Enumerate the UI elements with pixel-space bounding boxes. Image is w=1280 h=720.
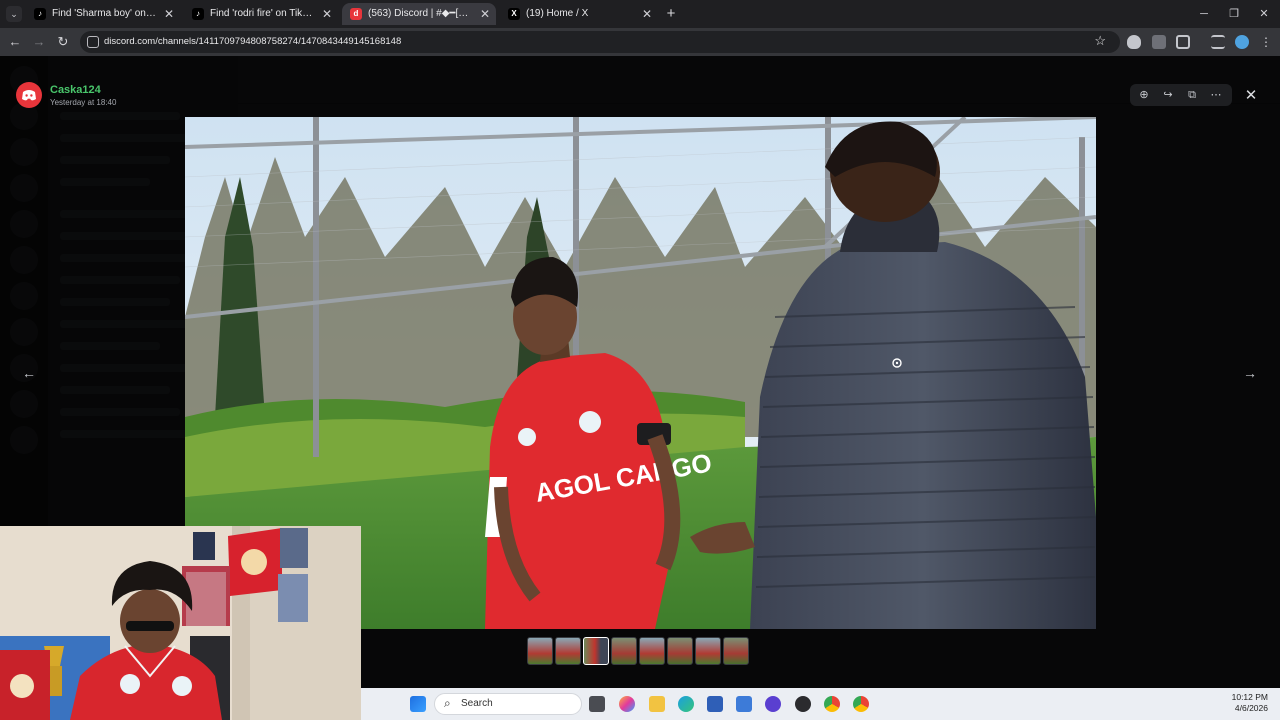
forward-share-icon[interactable]: ↪ [1160, 87, 1176, 103]
file-explorer-icon[interactable] [649, 696, 665, 712]
thumbnail-4[interactable] [611, 637, 637, 665]
discord-logo-icon [22, 90, 36, 101]
shield-extension-icon[interactable] [1127, 35, 1141, 49]
open-external-icon[interactable]: ⧉ [1184, 87, 1200, 103]
browser-tab-rodri-fire[interactable]: ♪ Find 'rodri fire' on TikTok | TikT ✕ [184, 3, 338, 25]
more-options-icon[interactable]: ⋯ [1208, 87, 1224, 103]
url-text: discord.com/channels/1411709794808758274… [104, 36, 402, 47]
taskbar-search-box[interactable]: ⌕ Search [434, 693, 582, 715]
media-thumbnail-strip [527, 637, 752, 665]
tiktok-icon: ♪ [192, 8, 204, 20]
next-media-arrow-icon[interactable]: → [1239, 362, 1261, 384]
taskbar-search-label: Search [461, 698, 493, 709]
translate-extension-icon[interactable] [1152, 35, 1166, 49]
edge-browser-icon[interactable] [678, 696, 694, 712]
thumbnail-2[interactable] [555, 637, 581, 665]
bookmark-star-icon[interactable]: ☆ [1094, 33, 1106, 49]
outlook-icon[interactable] [736, 696, 752, 712]
thumbnail-7[interactable] [695, 637, 721, 665]
profile-avatar[interactable] [1235, 35, 1249, 49]
discord-icon: d [350, 8, 362, 20]
viewer-toolbar: ⊕ ↪ ⧉ ⋯ [1130, 84, 1232, 106]
windows-taskbar: ⌕ Search 10:12 PM 4/6/2026 [361, 688, 1280, 720]
x-icon: X [508, 8, 520, 20]
steam-icon[interactable] [795, 696, 811, 712]
thumbnail-8[interactable] [723, 637, 749, 665]
windows-start-icon[interactable] [410, 696, 426, 712]
close-tab-icon[interactable]: ✕ [322, 3, 332, 25]
tab-title: (19) Home / X [526, 8, 589, 19]
app-icon[interactable] [765, 696, 781, 712]
tiktok-icon: ♪ [34, 8, 46, 20]
address-bar[interactable]: discord.com/channels/1411709794808758274… [80, 31, 1120, 53]
clock-date: 4/6/2026 [1234, 703, 1268, 713]
webcam-overlay [0, 526, 361, 720]
uploader-timestamp: Yesterday at 18:40 [50, 98, 117, 107]
browser-tab-x-home[interactable]: X (19) Home / X ✕ [500, 3, 658, 25]
thumbnail-6[interactable] [667, 637, 693, 665]
extensions-puzzle-icon[interactable] [1176, 35, 1190, 49]
browser-tab-strip: ⌄ ♪ Find 'Sharma boy' on TikTok | T ✕ ♪ … [0, 0, 1280, 28]
site-info-icon[interactable] [87, 36, 99, 48]
thumbnail-5[interactable] [639, 637, 665, 665]
clock-time: 10:12 PM [1231, 692, 1268, 702]
browser-menu-icon[interactable]: ⋮ [1260, 35, 1274, 49]
tab-search-icon[interactable] [1211, 35, 1225, 49]
new-tab-button[interactable]: + [662, 5, 680, 23]
system-clock[interactable]: 10:12 PM 4/6/2026 [1232, 692, 1268, 714]
streamer-webcam-feed [0, 526, 361, 720]
uploader-name[interactable]: Caska124 [50, 84, 101, 96]
restore-icon[interactable]: ❐ [1224, 5, 1244, 23]
copilot-icon[interactable] [619, 696, 635, 712]
close-tab-icon[interactable]: ✕ [164, 3, 174, 25]
minimize-icon[interactable]: ─ [1194, 5, 1214, 23]
forward-arrow-icon[interactable]: → [30, 33, 48, 51]
thumbnail-1[interactable] [527, 637, 553, 665]
thumbnail-3-selected[interactable] [583, 637, 609, 665]
chrome-profile-icon[interactable] [853, 696, 869, 712]
tab-search-chevron-icon[interactable]: ⌄ [6, 6, 22, 22]
discord-avatar[interactable] [16, 82, 42, 108]
zoom-icon[interactable]: ⊕ [1136, 87, 1152, 103]
previous-media-arrow-icon[interactable]: ← [18, 362, 40, 384]
reload-icon[interactable]: ↻ [54, 33, 72, 51]
window-close-icon[interactable]: ✕ [1254, 5, 1274, 23]
close-tab-icon[interactable]: ✕ [480, 3, 490, 25]
tab-title: Find 'rodri fire' on TikTok | TikT [210, 8, 316, 19]
chrome-icon[interactable] [824, 696, 840, 712]
task-view-icon[interactable] [589, 696, 605, 712]
search-icon: ⌕ [444, 696, 451, 710]
tab-title: (563) Discord | #◆━[📷]TIKI [368, 8, 474, 19]
browser-toolbar: ← → ↻ discord.com/channels/1411709794808… [0, 28, 1280, 56]
back-arrow-icon[interactable]: ← [6, 33, 24, 51]
close-viewer-icon[interactable]: ✕ [1241, 86, 1261, 106]
browser-tab-sharma-boy[interactable]: ♪ Find 'Sharma boy' on TikTok | T ✕ [26, 3, 180, 25]
browser-tab-discord[interactable]: d (563) Discord | #◆━[📷]TIKI ✕ [342, 3, 496, 25]
screen: ⌄ ♪ Find 'Sharma boy' on TikTok | T ✕ ♪ … [0, 0, 1280, 720]
tab-title: Find 'Sharma boy' on TikTok | T [52, 8, 158, 19]
store-icon[interactable] [707, 696, 723, 712]
close-tab-icon[interactable]: ✕ [642, 3, 652, 25]
